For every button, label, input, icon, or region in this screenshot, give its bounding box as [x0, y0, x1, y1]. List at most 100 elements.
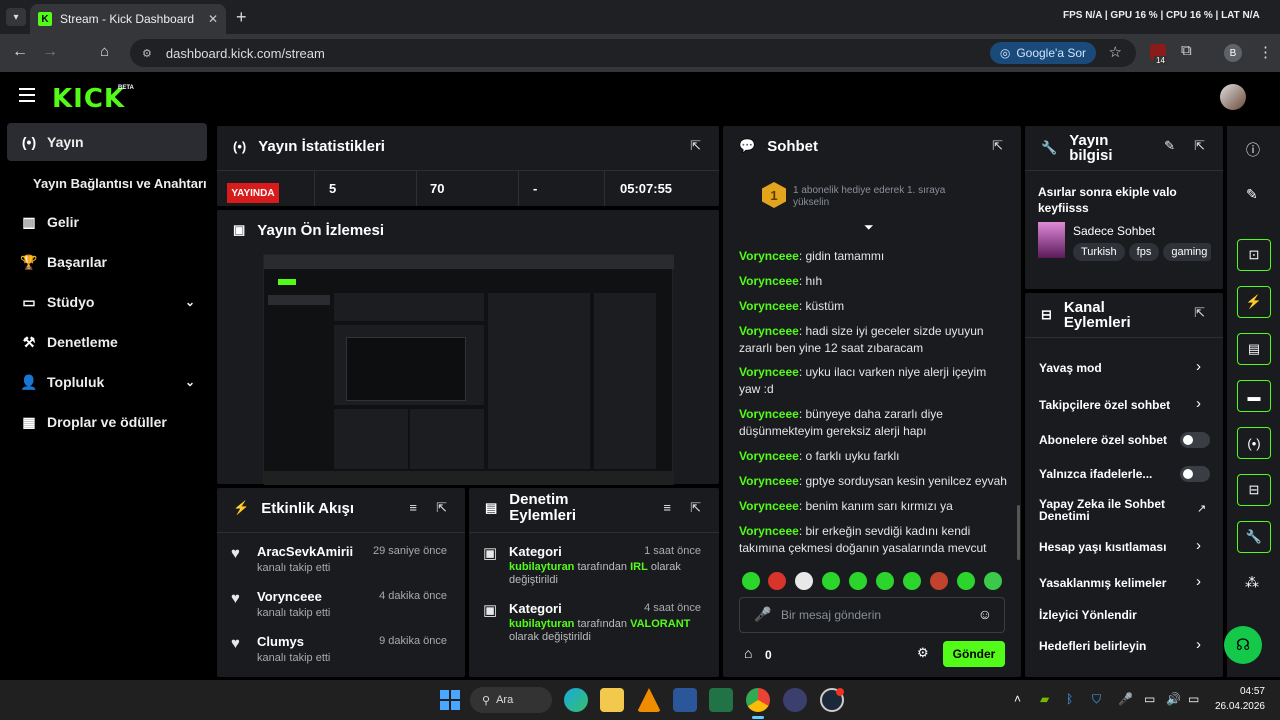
tray-chevron-icon[interactable]: ˄ [1014, 692, 1021, 706]
send-button[interactable]: Gönder [943, 641, 1005, 667]
windows-start-icon[interactable] [440, 690, 460, 710]
action-slow-mode[interactable]: Yavaş mod [1039, 361, 1102, 375]
emotes-only-toggle[interactable] [1180, 466, 1210, 482]
edit-pencil-icon[interactable]: ✎ [1164, 138, 1175, 154]
chat-username[interactable]: Vorynceee [739, 249, 799, 263]
chat-username[interactable]: Vorynceee [739, 524, 799, 538]
info-icon[interactable]: ⓘ [1246, 140, 1260, 160]
hamburger-menu-icon[interactable] [19, 88, 35, 102]
chevron-right-icon[interactable]: › [1196, 573, 1201, 590]
network-icon[interactable]: ▭ [1144, 692, 1155, 706]
rail-button[interactable]: 🔧 [1237, 521, 1271, 553]
sidebar-item-topluluk[interactable]: 👤 Topluluk ⌄ [7, 363, 207, 401]
emote-icon[interactable] [742, 572, 760, 590]
widgets-icon[interactable]: ⁂ [1245, 574, 1259, 591]
settings-gear-icon[interactable]: ⚙ [917, 645, 929, 661]
chevron-right-icon[interactable]: › [1196, 358, 1201, 375]
forward-icon[interactable]: → [42, 43, 58, 61]
sidebar-item-denetleme[interactable]: ⚒ Denetleme [7, 323, 207, 361]
profile-avatar[interactable]: B [1224, 44, 1242, 62]
category-name[interactable]: Sadece Sohbet [1073, 224, 1155, 238]
bookmark-star-icon[interactable]: ☆ [1109, 43, 1122, 61]
extensions-puzzle-icon[interactable]: ⧉ [1181, 42, 1192, 59]
emote-icon[interactable] [795, 572, 813, 590]
file-explorer-icon[interactable] [600, 688, 624, 712]
tag-chip[interactable]: fps [1128, 243, 1160, 261]
sidebar-item-gelir[interactable]: ▥ Gelir [7, 203, 207, 241]
filter-icon[interactable]: ≡ [409, 500, 417, 515]
popout-icon[interactable]: ⇱ [1194, 305, 1205, 321]
collapse-pinned-icon[interactable]: ⏷ [864, 220, 874, 235]
rail-button[interactable]: ⚡ [1237, 286, 1271, 318]
address-bar[interactable]: ⚙ dashboard.kick.com/stream ◎ Google'a So… [130, 39, 1136, 67]
taskbar-date[interactable]: 26.04.2026 [1205, 701, 1265, 712]
chevron-right-icon[interactable]: › [1196, 395, 1201, 412]
sidebar-item-basarilar[interactable]: 🏆 Başarılar [7, 243, 207, 281]
points-store-icon[interactable]: ⌂ [744, 645, 752, 661]
nvidia-icon[interactable]: ▰ [1040, 692, 1049, 706]
chat-username[interactable]: Vorynceee [739, 474, 799, 488]
defender-icon[interactable]: ⛉ [1092, 692, 1101, 707]
chrome-icon[interactable] [746, 688, 770, 712]
new-tab-button[interactable]: + [236, 7, 247, 28]
sidebar-item-studyo[interactable]: ▭ Stüdyo ⌄ [7, 283, 207, 321]
microphone-icon[interactable]: 🎤 [754, 606, 771, 623]
chat-username[interactable]: Vorynceee [739, 299, 799, 313]
kick-logo[interactable]: KICK [52, 84, 125, 114]
emoji-picker-icon[interactable]: ☺ [978, 606, 992, 622]
sidebar-item-droplar[interactable]: ▦ Droplar ve ödüller [7, 403, 207, 441]
emote-icon[interactable] [768, 572, 786, 590]
sidebar-item-yayin[interactable]: (•) Yayın [7, 123, 207, 161]
browser-tab[interactable]: K Stream - Kick Dashboard ✕ [30, 4, 226, 34]
edge-icon[interactable] [564, 688, 588, 712]
chat-username[interactable]: Vorynceee [739, 449, 799, 463]
tag-chip[interactable]: gaming [1163, 243, 1211, 261]
rail-button[interactable]: ⊟ [1237, 474, 1271, 506]
chat-username[interactable]: Vorynceee [739, 274, 799, 288]
chevron-right-icon[interactable]: › [1196, 537, 1201, 554]
external-link-icon[interactable]: ↗ [1197, 502, 1206, 515]
google-ask-button[interactable]: ◎ Google'a Sor [989, 42, 1096, 64]
chat-scrollbar[interactable] [1017, 505, 1020, 560]
tab-close-icon[interactable]: ✕ [208, 12, 218, 26]
tag-chip[interactable]: Turkish [1073, 243, 1125, 261]
emote-icon[interactable] [849, 572, 867, 590]
taskbar-search[interactable]: ⚲ Ara [470, 687, 552, 713]
filter-icon[interactable]: ≡ [663, 500, 671, 515]
action-followers-only[interactable]: Takipçilere özel sohbet [1039, 398, 1170, 412]
emote-icon[interactable] [903, 572, 921, 590]
chat-username[interactable]: Vorynceee [739, 365, 799, 379]
chat-username[interactable]: Vorynceee [739, 324, 799, 338]
volume-icon[interactable]: 🔊 [1166, 692, 1181, 706]
rail-button[interactable]: (•) [1237, 427, 1271, 459]
chat-username[interactable]: Vorynceee [739, 499, 799, 513]
home-icon[interactable]: ⌂ [100, 43, 109, 60]
menu-icon[interactable]: ⋮ [1258, 43, 1273, 61]
sidebar-item-stream-key[interactable]: Yayın Bağlantısı ve Anahtarı [7, 164, 217, 202]
action-set-goals[interactable]: Hedefleri belirleyin [1039, 639, 1146, 653]
emote-icon[interactable] [822, 572, 840, 590]
popout-icon[interactable]: ⇱ [992, 138, 1003, 154]
emote-icon[interactable] [930, 572, 948, 590]
excel-icon[interactable] [709, 688, 733, 712]
popout-icon[interactable]: ⇱ [690, 500, 701, 516]
back-icon[interactable]: ← [12, 43, 28, 61]
battery-icon[interactable]: ▭ [1188, 692, 1199, 706]
tab-list-button[interactable]: ▾ [6, 8, 26, 26]
rail-button[interactable]: ▬ [1237, 380, 1271, 412]
emote-icon[interactable] [984, 572, 1002, 590]
action-raid[interactable]: İzleyici Yönlendir [1039, 608, 1137, 622]
chat-username[interactable]: Vorynceee [739, 407, 799, 421]
action-account-age[interactable]: Hesap yaşı kısıtlaması [1039, 540, 1166, 554]
action-banned-words[interactable]: Yasaklanmış kelimeler [1039, 576, 1166, 590]
rail-button[interactable]: ⊡ [1237, 239, 1271, 271]
site-info-icon[interactable]: ⚙ [142, 47, 152, 60]
action-ai-moderation[interactable]: Yapay Zeka ile Sohbet Denetimi [1039, 498, 1179, 522]
bluetooth-icon[interactable]: ᛒ [1066, 692, 1073, 706]
emote-icon[interactable] [876, 572, 894, 590]
microphone-icon[interactable]: 🎤 [1118, 692, 1133, 706]
word-icon[interactable] [673, 688, 697, 712]
user-avatar[interactable] [1220, 84, 1246, 110]
chevron-right-icon[interactable]: › [1196, 636, 1201, 653]
subs-only-toggle[interactable] [1180, 432, 1210, 448]
